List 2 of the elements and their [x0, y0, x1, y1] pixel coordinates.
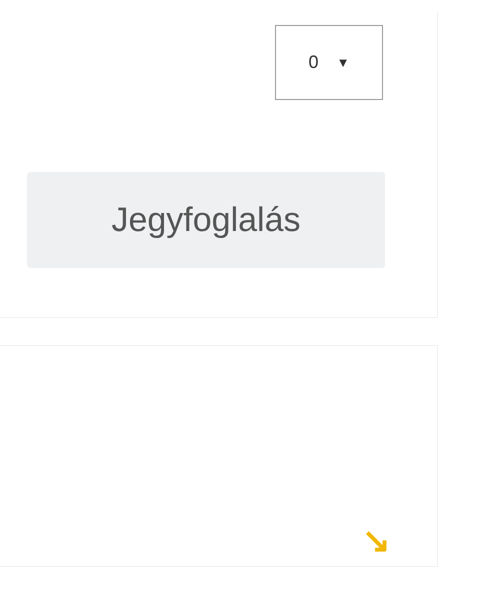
booking-button[interactable]: Jegyfoglalás — [27, 172, 385, 268]
quantity-select[interactable]: 0 ▼ — [275, 25, 383, 100]
